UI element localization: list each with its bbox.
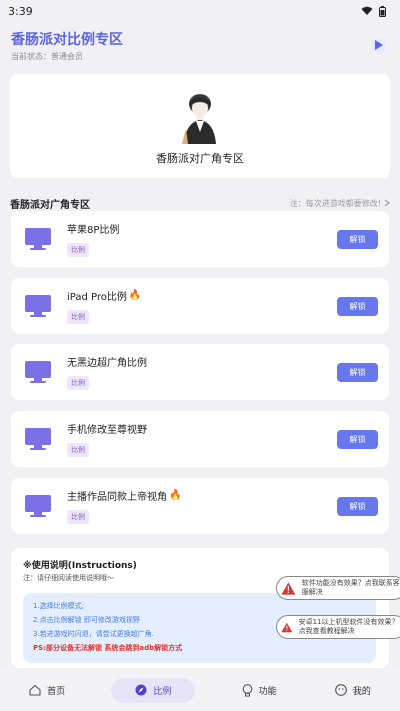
unlock-button[interactable]: 解锁 xyxy=(337,363,378,382)
fire-icon: 🔥 xyxy=(128,290,142,301)
monitor-icon xyxy=(25,495,51,517)
unlock-button[interactable]: 解锁 xyxy=(337,497,378,516)
instruction-line: 1.选择比例模式; xyxy=(33,602,85,610)
support-toast[interactable]: 软件功能没有效果？点我联系客服解决 xyxy=(276,576,400,600)
instruction-warning: PS:部分设备无法解锁 系统会跳到adb解锁方式 xyxy=(33,644,183,652)
section-note-text: 注：每次进游戏都要修改! xyxy=(289,198,381,208)
compass-icon xyxy=(135,684,147,696)
card-tag: 比例 xyxy=(67,376,89,390)
monitor-icon xyxy=(25,295,51,317)
toast-text: 安卓11以上机型软件没有效果？点我查看教程解决 xyxy=(298,618,399,635)
nav-label: 我的 xyxy=(352,686,371,697)
hero-card: 香肠派对广角专区 xyxy=(10,74,390,178)
avatar xyxy=(182,94,216,144)
nav-ratio[interactable]: 比例 xyxy=(111,677,196,703)
status-icons xyxy=(361,5,386,17)
play-button[interactable] xyxy=(366,33,390,57)
status-bar: 3:39 xyxy=(0,0,400,22)
card-tag: 比例 xyxy=(67,310,89,324)
ratio-card-no-black-border: 无黑边超广角比例 比例 解锁 xyxy=(11,344,389,400)
ratio-card-ipad-pro: iPad Pro比例 🔥 比例 解锁 xyxy=(11,278,389,334)
ratio-card-god-view: 主播作品同款上帝视角 🔥 比例 解锁 xyxy=(11,478,389,534)
monitor-icon xyxy=(25,228,51,250)
ratio-card-iphone8p: 苹果8P比例 比例 解锁 xyxy=(11,211,389,267)
hero-caption: 香肠派对广角专区 xyxy=(156,152,244,165)
monitor-icon xyxy=(25,361,51,383)
card-name: 手机修改至尊视野 xyxy=(67,425,147,436)
instructions-title: ※使用说明(Instructions) xyxy=(23,561,137,571)
profile-icon xyxy=(334,684,347,696)
card-name: iPad Pro比例 🔥 xyxy=(67,290,142,303)
play-icon xyxy=(371,38,385,52)
bulb-icon xyxy=(242,683,252,696)
fire-icon: 🔥 xyxy=(169,490,182,501)
card-name: 无黑边超广角比例 xyxy=(67,358,147,369)
nav-home[interactable]: 首页 xyxy=(17,678,77,703)
ratio-card-supreme-view: 手机修改至尊视野 比例 解锁 xyxy=(11,411,389,467)
status-time: 3:39 xyxy=(8,4,33,18)
section-header: 香肠派对广角专区 注：每次进游戏都要修改! xyxy=(0,195,400,211)
page-title: 香肠派对比例专区 xyxy=(11,31,123,48)
card-tag: 比例 xyxy=(67,243,89,257)
app-header: 香肠派对比例专区 当前状态：普通会员 xyxy=(0,22,400,68)
warning-icon xyxy=(281,581,296,595)
bottom-nav: 首页 比例 功能 我的 xyxy=(0,669,400,711)
card-name: 主播作品同款上帝视角 🔥 xyxy=(67,490,182,503)
header-titles: 香肠派对比例专区 当前状态：普通会员 xyxy=(11,29,123,62)
instructions-card: ※使用说明(Instructions) 注：请仔细阅读使用说明哦～ 1.选择比例… xyxy=(11,548,389,668)
unlock-button[interactable]: 解锁 xyxy=(337,430,378,449)
home-icon xyxy=(29,684,41,696)
nav-features[interactable]: 功能 xyxy=(230,678,289,703)
section-title: 香肠派对广角专区 xyxy=(10,199,90,211)
unlock-button[interactable]: 解锁 xyxy=(337,297,378,316)
toast-text: 软件功能没有效果？点我联系客服解决 xyxy=(301,579,400,596)
wifi-icon xyxy=(361,6,373,15)
card-tag: 比例 xyxy=(67,443,89,457)
unlock-button[interactable]: 解锁 xyxy=(337,230,378,249)
nav-label: 比例 xyxy=(153,686,172,697)
battery-icon xyxy=(379,5,386,17)
card-name: 苹果8P比例 xyxy=(67,225,120,236)
monitor-icon xyxy=(25,428,51,450)
chevron-right-icon xyxy=(384,199,390,207)
section-note[interactable]: 注：每次进游戏都要修改! xyxy=(290,198,390,209)
membership-status: 当前状态：普通会员 xyxy=(11,51,83,61)
card-tag: 比例 xyxy=(67,510,89,524)
nav-label: 功能 xyxy=(258,686,277,697)
nav-label: 首页 xyxy=(47,686,66,697)
warning-icon xyxy=(281,622,293,632)
nav-profile[interactable]: 我的 xyxy=(323,678,383,703)
tutorial-toast[interactable]: 安卓11以上机型软件没有效果？点我查看教程解决 xyxy=(276,615,400,639)
